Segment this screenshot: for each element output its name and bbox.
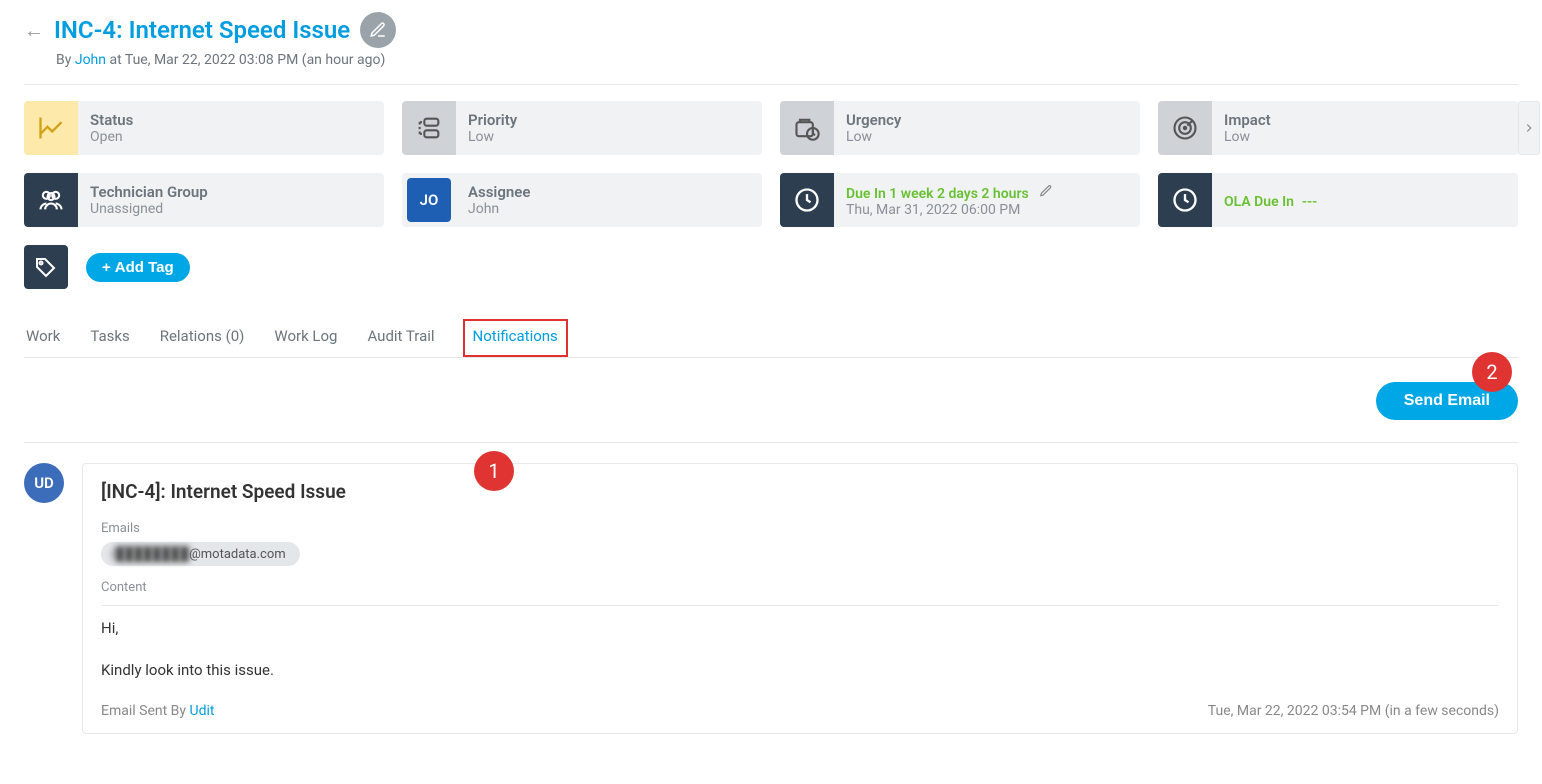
ola-card[interactable]: OLA Due In ---	[1158, 173, 1518, 227]
edit-due-button[interactable]	[1039, 183, 1053, 202]
tab-work-log[interactable]: Work Log	[272, 319, 339, 357]
impact-card[interactable]: Impact Low	[1158, 101, 1518, 155]
clock-icon	[780, 173, 834, 227]
urgency-label: Urgency	[846, 111, 901, 129]
sender-avatar: UD	[24, 463, 64, 503]
annotation-badge-2: 2	[1472, 352, 1512, 392]
priority-icon	[402, 101, 456, 155]
status-value: Open	[90, 129, 133, 145]
due-card[interactable]: Due In 1 week 2 days 2 hours Thu, Mar 31…	[780, 173, 1140, 227]
message-body: Hi, Kindly look into this issue.	[101, 618, 1499, 681]
annotation-badge-1: 1	[474, 451, 514, 491]
group-icon	[24, 173, 78, 227]
tab-relations[interactable]: Relations (0)	[158, 319, 247, 357]
sent-by: Email Sent By Udit	[101, 703, 214, 719]
technician-group-label: Technician Group	[90, 183, 208, 201]
sender-link[interactable]: Udit	[189, 703, 214, 719]
technician-group-card[interactable]: Technician Group Unassigned	[24, 173, 384, 227]
expand-right-button[interactable]	[1518, 101, 1540, 155]
plus-icon: +	[102, 259, 111, 276]
emails-label: Emails	[101, 521, 1499, 536]
author-link[interactable]: John	[75, 52, 106, 68]
urgency-card[interactable]: Urgency Low	[780, 101, 1140, 155]
impact-icon	[1158, 101, 1212, 155]
priority-card[interactable]: Priority Low	[402, 101, 762, 155]
impact-value: Low	[1224, 129, 1271, 145]
tag-icon-box	[24, 245, 68, 289]
assignee-avatar: JO	[407, 178, 451, 222]
technician-group-value: Unassigned	[90, 201, 208, 217]
pencil-icon	[369, 21, 387, 39]
status-label: Status	[90, 111, 133, 129]
notification-card: [INC-4]: Internet Speed Issue Emails r██…	[82, 463, 1518, 734]
tab-notifications[interactable]: Notifications	[463, 319, 568, 357]
clock-icon	[1158, 173, 1212, 227]
tab-audit-trail[interactable]: Audit Trail	[365, 319, 436, 357]
tab-work[interactable]: Work	[24, 319, 62, 357]
byline: By John at Tue, Mar 22, 2022 03:08 PM (a…	[56, 52, 1518, 68]
priority-value: Low	[468, 129, 517, 145]
impact-label: Impact	[1224, 111, 1271, 129]
due-label: Due In 1 week 2 days 2 hours	[846, 186, 1029, 202]
notification-title: [INC-4]: Internet Speed Issue	[101, 480, 1499, 503]
due-value: Thu, Mar 31, 2022 06:00 PM	[846, 202, 1053, 218]
assignee-value: John	[468, 201, 530, 217]
ola-label: OLA Due In	[1224, 194, 1294, 210]
tab-tasks[interactable]: Tasks	[88, 319, 131, 357]
status-card[interactable]: Status Open	[24, 101, 384, 155]
priority-label: Priority	[468, 111, 517, 129]
chevron-right-icon	[1522, 121, 1536, 135]
email-chip: r████████@motadata.com	[101, 542, 300, 566]
notification-timestamp: Tue, Mar 22, 2022 03:54 PM (in a few sec…	[1208, 703, 1499, 719]
back-arrow[interactable]: ←	[24, 18, 44, 43]
tabs: Work Tasks Relations (0) Work Log Audit …	[24, 319, 1518, 358]
content-label: Content	[101, 580, 1499, 595]
status-icon	[24, 101, 78, 155]
pencil-icon	[1039, 184, 1053, 198]
urgency-icon	[780, 101, 834, 155]
edit-title-button[interactable]	[360, 12, 396, 48]
tag-icon	[34, 255, 58, 279]
urgency-value: Low	[846, 129, 901, 145]
incident-title[interactable]: INC-4: Internet Speed Issue	[54, 16, 350, 44]
ola-value: ---	[1302, 194, 1317, 210]
assignee-label: Assignee	[468, 183, 530, 201]
add-tag-button[interactable]: + Add Tag	[86, 253, 190, 282]
assignee-card[interactable]: JO Assignee John	[402, 173, 762, 227]
